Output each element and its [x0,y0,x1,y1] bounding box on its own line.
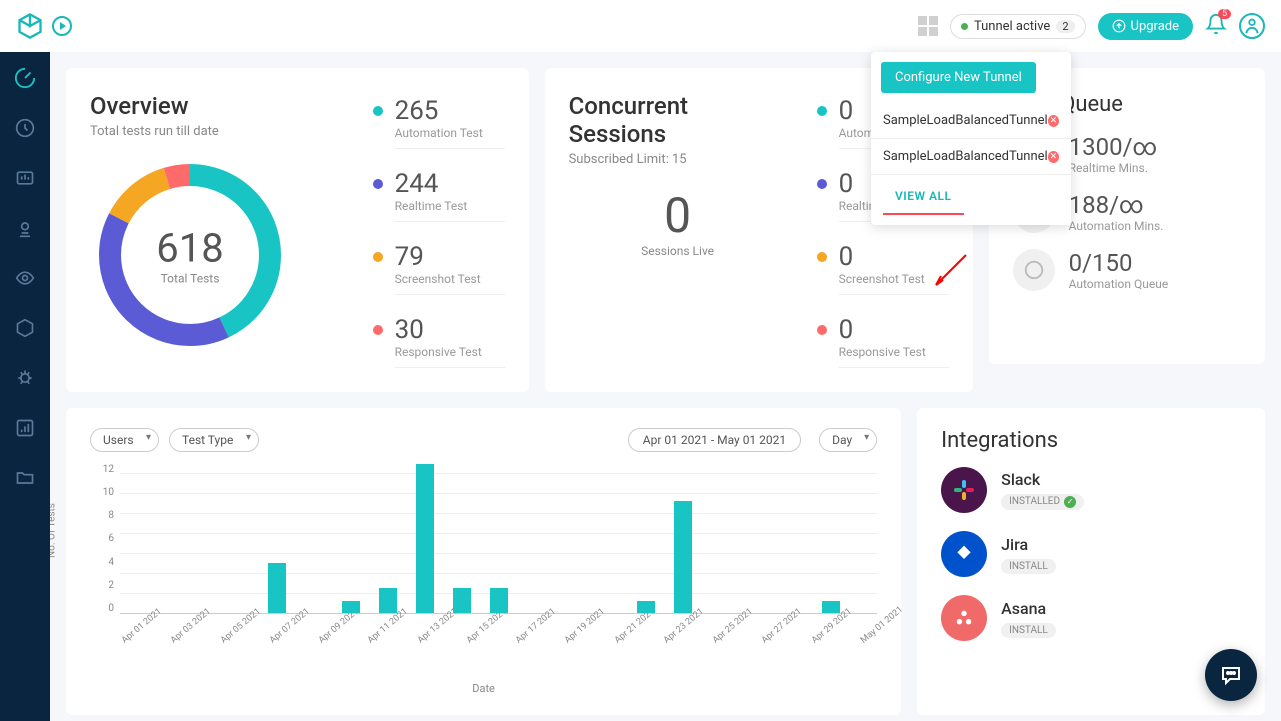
overview-title: Overview [90,92,343,120]
chat-fab-icon[interactable] [1205,649,1257,701]
bullet-icon [817,106,827,116]
install-badge[interactable]: INSTALLED✓ [1001,494,1084,510]
view-all-link[interactable]: VIEW ALL [883,179,964,215]
sidebar-item-visual[interactable] [13,266,37,290]
asana-icon [941,595,987,641]
tunnel-count-badge: 2 [1056,20,1074,33]
chart-card: Users Test Type Apr 01 2021 - May 01 202… [66,408,901,715]
chart-bar [453,588,471,613]
tunnel-item[interactable]: SampleLoadBalancedTunnel✕ [871,139,1071,175]
chart-bar [674,501,692,613]
sidebar-item-analytics[interactable] [13,416,37,440]
bullet-icon [817,325,827,335]
check-icon: ✓ [1064,496,1076,508]
bullet-icon [817,179,827,189]
sidebar-item-dashboard[interactable] [13,66,37,90]
bullet-icon [373,106,383,116]
sidebar-item-realtime[interactable] [13,166,37,190]
test-type-select[interactable]: Test Type [169,428,259,452]
jira-icon [941,531,987,577]
sidebar-item-history[interactable] [13,116,37,140]
sidebar [0,52,50,721]
chart-bar [822,601,840,613]
tunnel-label: Tunnel active [974,19,1050,34]
topbar: Tunnel active 2 Upgrade 5 [0,0,1281,52]
minutes-icon [1013,249,1055,291]
close-icon[interactable]: ✕ [1048,151,1059,163]
avatar-icon[interactable] [1239,13,1265,39]
granularity-select[interactable]: Day [819,428,877,452]
chart-bar [637,601,655,613]
minutes-row: 0/150Automation Queue [1013,249,1241,291]
notif-badge: 5 [1218,9,1231,19]
configure-tunnel-button[interactable]: Configure New Tunnel [881,62,1036,93]
tunnel-dropdown: Configure New Tunnel SampleLoadBalancedT… [871,52,1071,225]
chart-bar [490,588,508,613]
sessions-live-label: Sessions Live [569,244,787,258]
integrations-title: Integrations [941,428,1241,453]
bullet-icon [373,179,383,189]
overview-stat: 30Responsive Test [373,315,505,368]
bullet-icon [373,252,383,262]
status-dot-icon [961,23,968,30]
sidebar-item-package[interactable] [13,316,37,340]
upgrade-icon [1112,19,1126,33]
close-icon[interactable]: ✕ [1048,115,1059,127]
sidebar-item-bugs[interactable] [13,366,37,390]
sidebar-item-automation[interactable] [13,216,37,240]
integration-row[interactable]: JiraINSTALL [941,531,1241,577]
install-badge[interactable]: INSTALL [1001,623,1056,638]
overview-subtitle: Total tests run till date [90,124,343,139]
bullet-icon [817,252,827,262]
sessions-subtitle: Subscribed Limit: 15 [569,152,787,167]
chart-bar [268,563,286,613]
notifications-icon[interactable]: 5 [1205,13,1227,39]
annotation-arrow-icon [931,250,971,290]
overview-stat: 265Automation Test [373,96,505,149]
slack-icon [941,467,987,513]
chart-x-label: Date [90,682,877,695]
overview-stat: 244Realtime Test [373,169,505,222]
chart-y-label: No. Of Tests [50,503,58,558]
logo-icon [16,12,44,40]
overview-card: Overview Total tests run till date 618 T… [66,68,529,392]
overview-stat: 79Screenshot Test [373,242,505,295]
date-range-pill[interactable]: Apr 01 2021 - May 01 2021 [628,428,801,452]
play-icon[interactable] [52,16,72,36]
total-tests-label: Total Tests [156,272,223,286]
chart-bar [416,464,434,613]
sidebar-item-files[interactable] [13,466,37,490]
bullet-icon [373,325,383,335]
logo-wrap [16,12,72,40]
sessions-live-value: 0 [569,187,787,244]
apps-icon[interactable] [918,16,938,36]
main: Overview Total tests run till date 618 T… [50,52,1281,721]
tunnel-item[interactable]: SampleLoadBalancedTunnel✕ [871,103,1071,139]
session-stat: 0Responsive Test [817,315,949,368]
chart-bar [379,588,397,613]
integration-row[interactable]: SlackINSTALLED✓ [941,467,1241,513]
tunnel-status-pill[interactable]: Tunnel active 2 [950,14,1086,39]
users-select[interactable]: Users [90,428,159,452]
total-tests-value: 618 [156,225,223,272]
donut-chart: 618 Total Tests [90,155,290,355]
integration-row[interactable]: AsanaINSTALL [941,595,1241,641]
upgrade-button[interactable]: Upgrade [1098,13,1193,40]
chart-bar [342,601,360,613]
install-badge[interactable]: INSTALL [1001,559,1056,574]
session-stat: 0Screenshot Test [817,242,949,295]
sessions-title: Concurrent Sessions [569,92,787,148]
